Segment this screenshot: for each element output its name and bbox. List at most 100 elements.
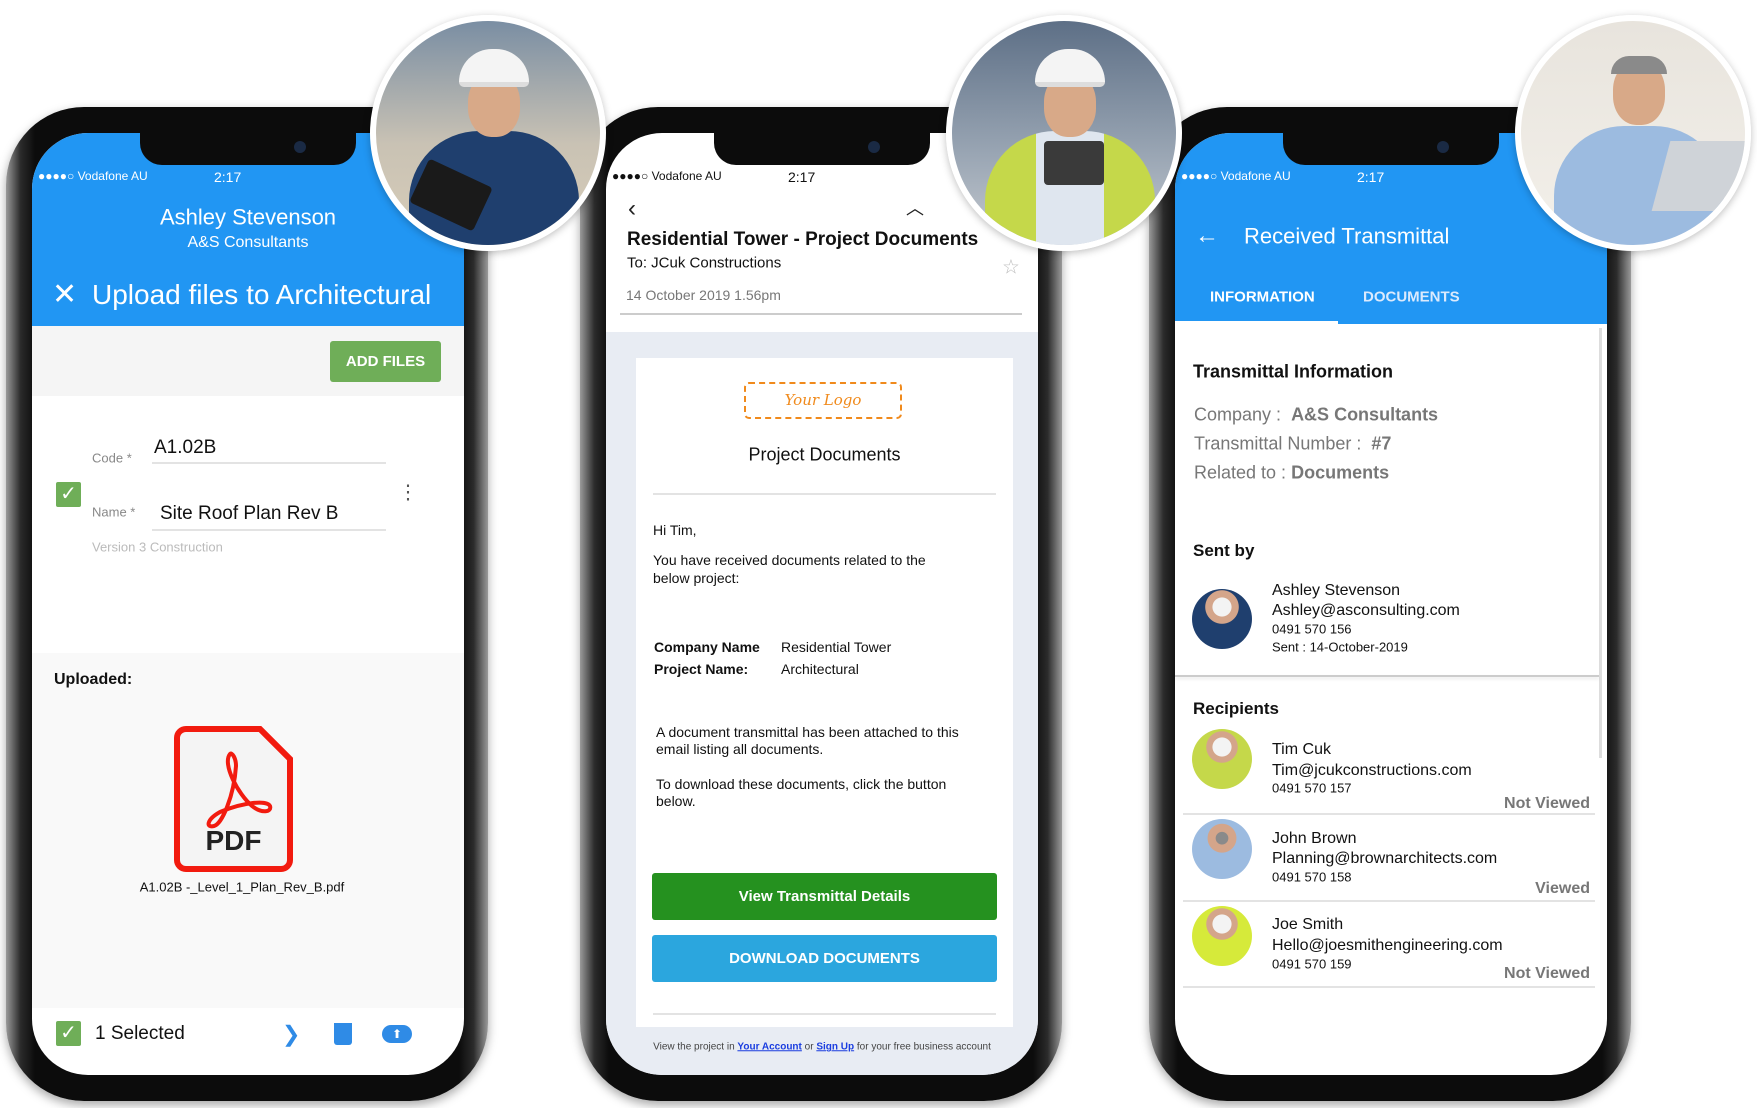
notch (714, 133, 930, 165)
name-label: Name * (92, 504, 136, 520)
view-status: Viewed (1535, 879, 1590, 897)
header-divider (620, 313, 1022, 315)
name-input[interactable]: Site Roof Plan Rev B (160, 503, 338, 525)
carrier: ●●●●○ Vodafone AU (38, 169, 148, 184)
related-row: Related to : Documents (1194, 463, 1389, 484)
pdf-file-icon[interactable]: PDF (172, 724, 295, 874)
file-checkbox[interactable]: ✓ (56, 482, 81, 507)
greeting: Hi Tim, (653, 521, 697, 538)
body-line: email listing all documents. (656, 740, 824, 757)
your-account-link[interactable]: Your Account (737, 1041, 801, 1052)
number-value: #7 (1371, 433, 1392, 454)
company-row: Company : A&S Consultants (1194, 405, 1438, 426)
notch (140, 133, 356, 165)
recipient-row[interactable]: John Brown Planning@brownarchitects.com … (1175, 814, 1599, 902)
download-documents-button[interactable]: DOWNLOAD DOCUMENTS (652, 935, 997, 982)
clock: 2:17 (1357, 168, 1385, 185)
intro-line: You have received documents related to t… (653, 551, 926, 568)
company-label: Company Name (654, 638, 760, 655)
back-arrow-icon[interactable]: ← (1195, 222, 1219, 250)
send-icon[interactable]: ❯ (282, 1021, 300, 1046)
recipient-row[interactable]: Tim Cuk Tim@jcukconstructions.com 0491 5… (1175, 723, 1599, 815)
company-value: A&S Consultants (1291, 404, 1439, 425)
footer-text: or (804, 1041, 814, 1053)
code-label: Code * (92, 450, 132, 466)
recipient-name: John Brown (1272, 829, 1357, 847)
star-icon[interactable]: ☆ (1002, 257, 1020, 280)
card-divider (653, 493, 996, 495)
transmittal-screen: ●●●●○ Vodafone AU 2:17 ← Received Transm… (1175, 133, 1607, 1075)
name-underline (152, 529, 386, 531)
avatar (1192, 906, 1252, 966)
phone-email: ●●●●○ Vodafone AU 2:17 ‹ ︿ Residential T… (580, 107, 1062, 1101)
sender-name: Ashley Stevenson (1272, 581, 1401, 599)
phone-upload: ●●●●○ Vodafone AU 2:17 Ashley Stevenson … (6, 107, 488, 1101)
recipient-name: Joe Smith (1272, 915, 1344, 933)
selected-count: 1 Selected (95, 1023, 185, 1045)
delete-icon[interactable] (334, 1023, 352, 1045)
carrier: ●●●●○ Vodafone AU (612, 169, 722, 184)
email-date: 14 October 2019 1.56pm (626, 286, 781, 303)
card-bottom-divider (653, 1013, 996, 1015)
recipient-phone: 0491 570 158 (1272, 869, 1352, 885)
email-to: To: JCuk Constructions (627, 254, 782, 272)
related-value: Documents (1291, 462, 1390, 483)
version-text: Version 3 Construction (92, 539, 223, 555)
sender-email: Ashley@asconsulting.com (1272, 601, 1460, 619)
pdf-label: PDF (205, 824, 262, 856)
select-all-checkbox[interactable]: ✓ (56, 1021, 81, 1046)
user-company: A&S Consultants (187, 233, 309, 251)
tab-information[interactable]: INFORMATION (1210, 288, 1315, 305)
recipient-email: Hello@joesmithengineering.com (1272, 936, 1503, 954)
phone-transmittal: ●●●●○ Vodafone AU 2:17 ← Received Transm… (1149, 107, 1631, 1101)
number-row: Transmittal Number : #7 (1194, 434, 1391, 455)
body-line: below. (656, 792, 696, 809)
project-value: Architectural (781, 660, 859, 677)
avatar (1192, 819, 1252, 879)
back-chevron-icon[interactable]: ‹ (628, 195, 636, 223)
photo-tim (946, 15, 1182, 251)
sent-date: Sent : 14-October-2019 (1272, 639, 1408, 655)
number-label: Transmittal Number : (1194, 433, 1362, 454)
sender-phone: 0491 570 156 (1272, 621, 1352, 637)
view-status: Not Viewed (1504, 794, 1590, 812)
email-screen: ●●●●○ Vodafone AU 2:17 ‹ ︿ Residential T… (606, 133, 1038, 1075)
sign-up-link[interactable]: Sign Up (816, 1041, 854, 1052)
section-divider (1175, 675, 1599, 677)
avatar (1192, 589, 1252, 649)
more-vert-icon[interactable]: ⋮ (398, 482, 418, 505)
footer-text: View the project in (653, 1041, 735, 1053)
avatar (1192, 729, 1252, 789)
photo-ashley (370, 15, 606, 251)
tab-documents[interactable]: DOCUMENTS (1363, 288, 1460, 305)
notch (1283, 133, 1499, 165)
recipients-heading: Recipients (1193, 699, 1279, 719)
clock: 2:17 (214, 168, 242, 185)
scrollbar[interactable] (1599, 328, 1602, 758)
company-label: Company : (1194, 404, 1282, 425)
upload-screen: ●●●●○ Vodafone AU 2:17 Ashley Stevenson … (32, 133, 464, 1075)
company-value: Residential Tower (781, 638, 892, 655)
close-icon[interactable]: ✕ (52, 278, 77, 313)
view-transmittal-button[interactable]: View Transmittal Details (652, 873, 997, 920)
uploaded-label: Uploaded: (54, 670, 133, 688)
email-heading: Project Documents (748, 444, 901, 465)
footer-text: for your free business account (856, 1041, 991, 1053)
active-tab-indicator (1175, 321, 1338, 324)
body-line: A document transmittal has been attached… (656, 723, 959, 740)
recipient-row[interactable]: Joe Smith Hello@joesmithengineering.com … (1175, 901, 1599, 988)
page-title: Received Transmittal (1244, 223, 1450, 249)
recipient-phone: 0491 570 159 (1272, 956, 1352, 972)
recipient-email: Planning@brownarchitects.com (1272, 849, 1498, 867)
chevron-up-icon[interactable]: ︿ (906, 199, 924, 220)
clock: 2:17 (788, 168, 816, 185)
email-footer: View the project in Your Account or Sign… (606, 1041, 1038, 1053)
cloud-upload-icon[interactable]: ⬆ (382, 1025, 412, 1043)
code-input[interactable]: A1.02B (154, 437, 216, 459)
add-files-button[interactable]: ADD FILES (330, 341, 441, 382)
view-status: Not Viewed (1504, 964, 1590, 982)
file-name: A1.02B -_Level_1_Plan_Rev_B.pdf (139, 879, 345, 895)
code-underline (152, 462, 386, 464)
sent-by-heading: Sent by (1193, 541, 1255, 561)
recipient-name: Tim Cuk (1272, 740, 1331, 758)
